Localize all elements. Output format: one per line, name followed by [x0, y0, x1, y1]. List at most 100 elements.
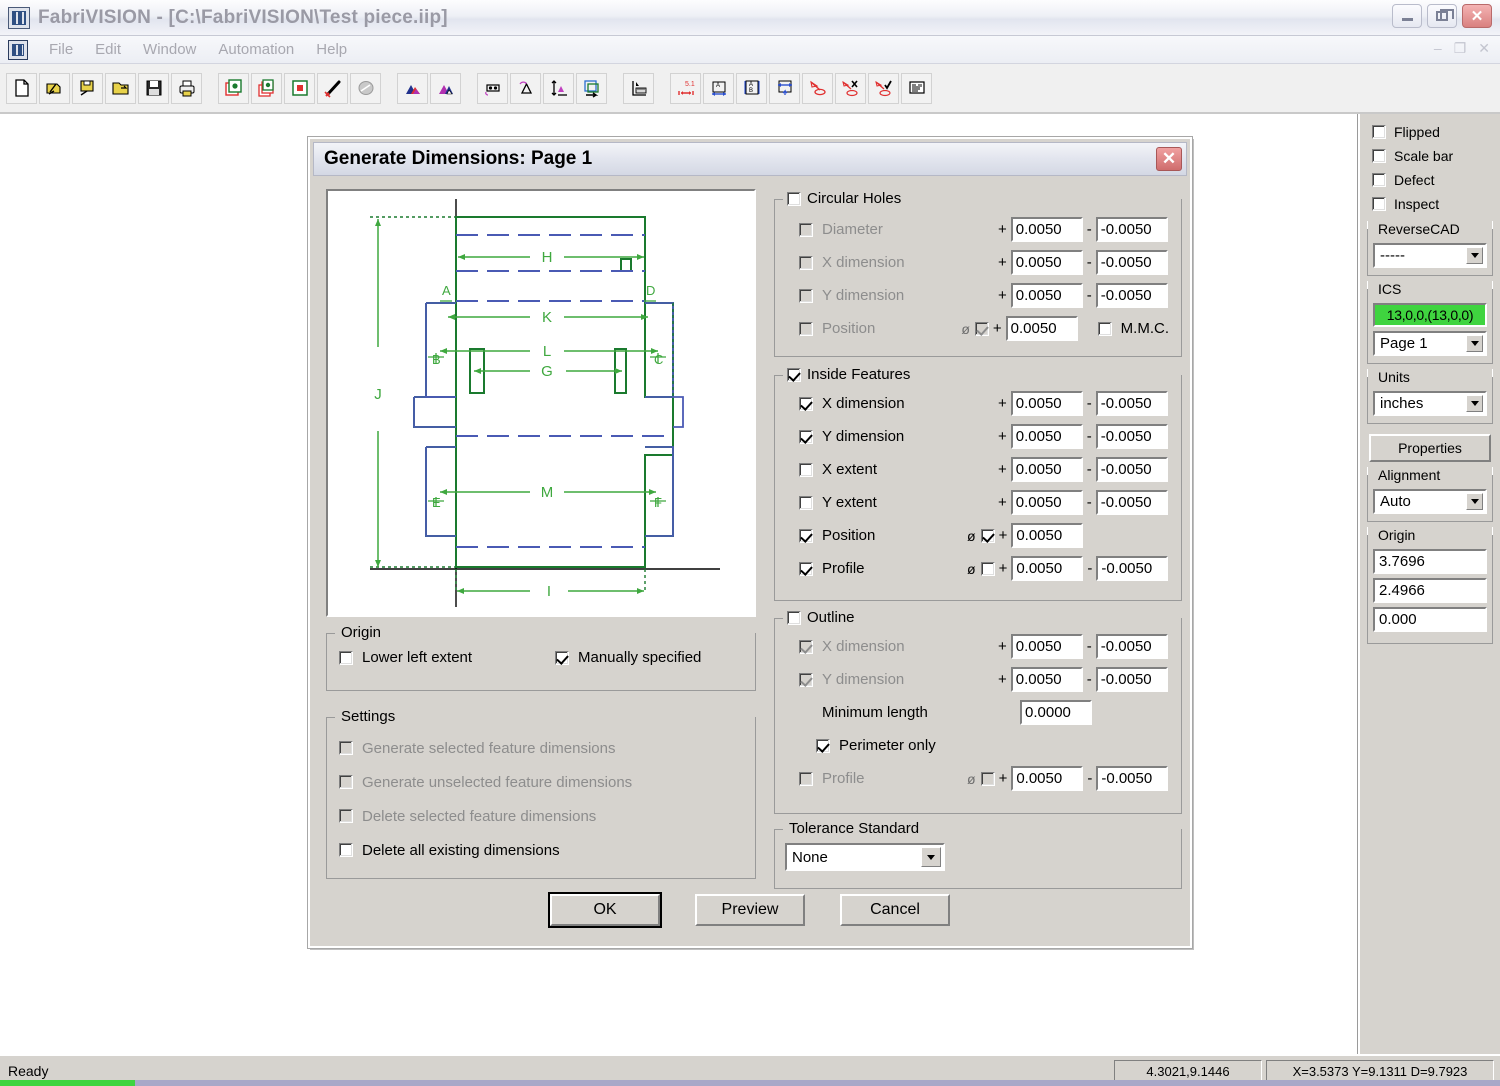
ics-page-select[interactable]: Page 1	[1373, 331, 1487, 356]
mountain-measure-icon[interactable]	[397, 73, 428, 104]
checkbox-inside-features[interactable]	[787, 368, 801, 382]
properties-button[interactable]: Properties	[1369, 434, 1491, 462]
close-button[interactable]: ✕	[1462, 4, 1492, 28]
setting-delete-all[interactable]: Delete all existing dimensions	[339, 833, 632, 867]
ab-updim-icon[interactable]	[769, 73, 800, 104]
ab-dim-icon[interactable]: AB	[736, 73, 767, 104]
field-diameter-plus[interactable]: 0.0050	[1011, 217, 1083, 242]
field-diameter-minus[interactable]: -0.0050	[1096, 217, 1168, 242]
field-ol-x-plus[interactable]: 0.0050	[1011, 634, 1083, 659]
origin-lower-left-extent[interactable]: Lower left extent	[339, 649, 472, 666]
field-ol-profile-plus[interactable]: 0.0050	[1011, 766, 1083, 791]
menu-file[interactable]: File	[38, 39, 84, 60]
field-if-ye-plus[interactable]: 0.0050	[1011, 490, 1083, 515]
field-minimum-length[interactable]: 0.0000	[1020, 700, 1092, 725]
checkbox-if-position[interactable]	[799, 529, 813, 543]
outline-title-row[interactable]: Outline	[783, 609, 859, 626]
checkbox-delete-all[interactable]	[339, 843, 353, 857]
field-ch-y-minus[interactable]: -0.0050	[1096, 283, 1168, 308]
field-ol-profile-minus[interactable]: -0.0050	[1096, 766, 1168, 791]
linear-dim-icon[interactable]: 5.1	[670, 73, 701, 104]
dialog-close-button[interactable]: ✕	[1156, 147, 1182, 171]
checkbox-if-profile[interactable]	[799, 562, 813, 576]
field-if-profile-minus[interactable]: -0.0050	[1096, 556, 1168, 581]
report-icon[interactable]	[901, 73, 932, 104]
checkbox-perimeter-only[interactable]	[816, 739, 830, 753]
horizontal-dim-icon[interactable]: A	[703, 73, 734, 104]
paste-region-icon[interactable]	[284, 73, 315, 104]
print-icon[interactable]	[171, 73, 202, 104]
annotate-icon[interactable]	[802, 73, 833, 104]
menu-help[interactable]: Help	[305, 39, 358, 60]
mdi-close-icon[interactable]: ✕	[1478, 40, 1490, 57]
field-if-position-plus[interactable]: 0.0050	[1011, 523, 1083, 548]
menu-automation[interactable]: Automation	[207, 39, 305, 60]
ok-button[interactable]: OK	[550, 894, 660, 926]
sidebar-check-defect[interactable]: Defect	[1360, 168, 1500, 192]
preview-button[interactable]: Preview	[695, 894, 805, 926]
checkbox-flipped[interactable]	[1372, 125, 1386, 139]
origin-x-field[interactable]: 3.7696	[1373, 549, 1487, 574]
chevron-down-icon[interactable]	[1466, 493, 1483, 510]
reversecad-select[interactable]: -----	[1373, 243, 1487, 268]
field-if-x-plus[interactable]: 0.0050	[1011, 391, 1083, 416]
mdi-restore-icon[interactable]: ❐	[1454, 40, 1467, 57]
field-if-y-plus[interactable]: 0.0050	[1011, 424, 1083, 449]
checkbox-scale-bar[interactable]	[1372, 149, 1386, 163]
field-ch-x-minus[interactable]: -0.0050	[1096, 250, 1168, 275]
two-holes-icon[interactable]	[477, 73, 508, 104]
scan-import-icon[interactable]	[39, 73, 70, 104]
ruler-dim-icon[interactable]	[623, 73, 654, 104]
sidebar-check-inspect[interactable]: Inspect	[1360, 192, 1500, 216]
mdi-minimize-icon[interactable]: –	[1434, 40, 1442, 57]
minimize-button[interactable]	[1392, 4, 1422, 28]
chevron-down-icon[interactable]	[921, 847, 941, 867]
field-ch-x-plus[interactable]: 0.0050	[1011, 250, 1083, 275]
field-ol-y-plus[interactable]: 0.0050	[1011, 667, 1083, 692]
field-ch-position-plus[interactable]: 0.0050	[1006, 316, 1078, 341]
checkbox-if-profile-phi[interactable]	[981, 562, 995, 576]
sidebar-check-flipped[interactable]: Flipped	[1360, 120, 1500, 144]
angle-measure-icon[interactable]	[510, 73, 541, 104]
copy-multi-region-icon[interactable]	[251, 73, 282, 104]
checkbox-mmc[interactable]	[1098, 322, 1112, 336]
cancel-button[interactable]: Cancel	[840, 894, 950, 926]
checkbox-inspect[interactable]	[1372, 197, 1386, 211]
new-document-icon[interactable]	[6, 73, 37, 104]
menu-edit[interactable]: Edit	[84, 39, 132, 60]
circular-holes-title-row[interactable]: Circular Holes	[783, 190, 905, 207]
origin-manually-specified[interactable]: Manually specified	[555, 649, 701, 666]
checkbox-defect[interactable]	[1372, 173, 1386, 187]
export-cad-icon[interactable]	[576, 73, 607, 104]
accept-annotation-icon[interactable]	[868, 73, 899, 104]
origin-y-field[interactable]: 2.4966	[1373, 578, 1487, 603]
cut-marker-icon[interactable]	[317, 73, 348, 104]
checkbox-if-x-extent[interactable]	[799, 463, 813, 477]
cad-preview[interactable]: H K L G M J I A D B C E F	[326, 189, 756, 617]
checkbox-outline[interactable]	[787, 611, 801, 625]
field-if-y-minus[interactable]: -0.0050	[1096, 424, 1168, 449]
maximize-button[interactable]	[1427, 4, 1457, 28]
checkbox-if-y-extent[interactable]	[799, 496, 813, 510]
erase-disc-icon[interactable]	[350, 73, 381, 104]
field-if-ye-minus[interactable]: -0.0050	[1096, 490, 1168, 515]
field-ol-y-minus[interactable]: -0.0050	[1096, 667, 1168, 692]
checkbox-circular-holes[interactable]	[787, 192, 801, 206]
delete-annotation-icon[interactable]	[835, 73, 866, 104]
field-if-xe-minus[interactable]: -0.0050	[1096, 457, 1168, 482]
field-ol-x-minus[interactable]: -0.0050	[1096, 634, 1168, 659]
field-if-xe-plus[interactable]: 0.0050	[1011, 457, 1083, 482]
checkbox-if-y-dimension[interactable]	[799, 430, 813, 444]
open-folder-icon[interactable]	[105, 73, 136, 104]
scan-save-icon[interactable]	[72, 73, 103, 104]
alignment-select[interactable]: Auto	[1373, 489, 1487, 514]
copy-region-icon[interactable]	[218, 73, 249, 104]
chevron-down-icon[interactable]	[1466, 335, 1483, 352]
chevron-down-icon[interactable]	[1466, 395, 1483, 412]
row-perimeter-only[interactable]: Perimeter only	[799, 729, 1169, 762]
inside-features-title-row[interactable]: Inside Features	[783, 366, 914, 383]
save-floppy-icon[interactable]	[138, 73, 169, 104]
field-ch-y-plus[interactable]: 0.0050	[1011, 283, 1083, 308]
vertical-dim-icon[interactable]	[543, 73, 574, 104]
checkbox-manually-specified[interactable]	[555, 651, 569, 665]
